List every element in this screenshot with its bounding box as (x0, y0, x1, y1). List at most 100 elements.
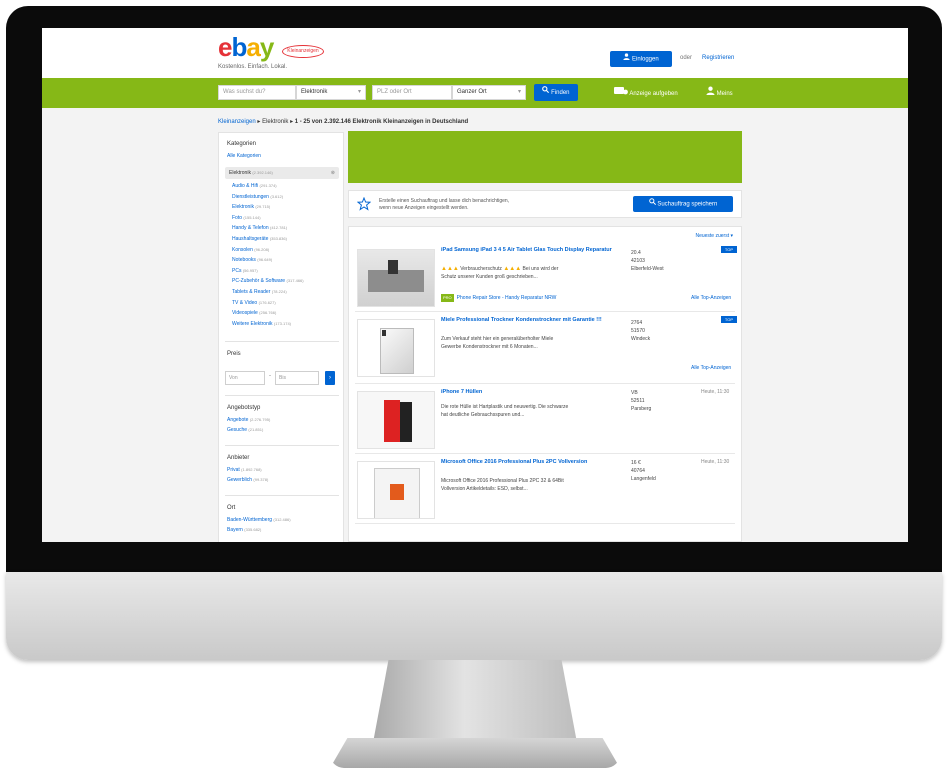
search-input[interactable]: Was suchst du? (218, 85, 296, 100)
all-top-ads-link[interactable]: Alle Top-Anzeigen (691, 365, 731, 371)
price-submit-button[interactable]: › (325, 371, 335, 385)
sidebar-category-item[interactable]: PC-Zubehör & Software (317.466) (232, 278, 304, 284)
logo-badge: Kleinanzeigen (282, 45, 324, 58)
location-item[interactable]: Bayern (335.682) (227, 527, 261, 533)
breadcrumb: Kleinanzeigen ▸ Elektronik ▸ 1 - 25 von … (218, 119, 469, 125)
monitor-chin (6, 572, 942, 660)
sidebar-category-item[interactable]: TV & Video (176.627) (232, 300, 276, 306)
user-icon (706, 86, 715, 101)
list-item[interactable]: iPad Samsung iPad 3 4 5 Air Tablet Glas … (355, 245, 737, 312)
sidebar-category-item-count: (96.208) (254, 246, 270, 252)
post-ad-button[interactable]: Anzeige aufgeben (614, 86, 678, 100)
location-item[interactable]: Baden-Württemberg (312.486) (227, 517, 291, 523)
sidebar-category-item-label: Haushaltsgeräte (232, 236, 269, 242)
sidebar-category-item-count: (317.466) (286, 278, 304, 284)
listing-image[interactable] (357, 249, 435, 307)
price-separator: - (269, 373, 271, 379)
sidebar-category-item[interactable]: Weitere Elektronik (173.174) (232, 321, 291, 327)
sidebar-category-item[interactable]: Konsolen (96.208) (232, 247, 269, 253)
save-search-line2: wenn neue Anzeigen eingestellt werden. (379, 205, 469, 211)
listing-description: ▲▲▲ Verbraucherschutz ▲▲▲ Bei uns wird d… (441, 265, 627, 281)
sidebar-category-item[interactable]: PCs (56.957) (232, 268, 258, 274)
office-logo-shape (390, 484, 404, 500)
location-item-label: Bayern (227, 527, 243, 533)
ad-banner[interactable] (348, 131, 742, 183)
all-top-ads-link[interactable]: Alle Top-Anzeigen (691, 295, 731, 301)
listing-description: Zum Verkauf steht hier ein generalüberho… (441, 335, 627, 351)
sidebar-category-item[interactable]: Dienstleistungen (3.612) (232, 194, 283, 200)
listing-loc-1: 16 € (631, 460, 641, 466)
sidebar-category-item-label: Weitere Elektronik (232, 320, 273, 327)
sidebar-category-item[interactable]: Videospiele (256.766) (232, 310, 276, 316)
sidebar-category-item-label: Handy & Telefon (232, 225, 269, 232)
location-input[interactable]: PLZ oder Ort (372, 85, 452, 100)
sidebar-category-item[interactable]: Handy & Telefon (412.781) (232, 225, 287, 231)
offer-type-item-label: Angebote (227, 417, 249, 423)
location-item-count: (312.486) (273, 517, 291, 522)
sidebar-category-item[interactable]: Foto (155.144) (232, 215, 261, 221)
ad-icon (614, 86, 628, 101)
sidebar-category-item-count: (96.649) (257, 257, 273, 263)
offer-type-item-count: (2.276.795) (249, 417, 271, 422)
save-search-text: Erstelle einen Suchauftrag und lasse dic… (379, 198, 509, 212)
tagline: Kostenlos. Einfach. Lokal. (218, 64, 288, 70)
login-button[interactable]: Einloggen (610, 51, 672, 67)
sidebar-category-item-count: (155.144) (243, 214, 261, 220)
list-item[interactable]: Microsoft Office 2016 Professional Plus … (355, 457, 735, 524)
listing-title[interactable]: iPhone 7 Hüllen (441, 389, 627, 396)
provider-item[interactable]: Gewerblich (99.378) (227, 477, 268, 483)
offer-type-item[interactable]: Angebote (2.276.795) (227, 417, 270, 423)
ebay-logo[interactable]: ebay (218, 34, 274, 60)
listing-title[interactable]: Miele Professional Trockner Kondenstrock… (441, 317, 627, 324)
save-search-line1: Erstelle einen Suchauftrag und lasse dic… (379, 198, 510, 204)
listing-image[interactable] (357, 391, 435, 449)
sidebar-category-item-count: (176.627) (258, 299, 276, 305)
sort-select[interactable]: Neueste zuerst ▾ (695, 233, 733, 239)
list-item[interactable]: Miele Professional Trockner Kondenstrock… (355, 315, 737, 384)
category-select[interactable]: Elektronik (296, 85, 366, 100)
price-to-input[interactable]: Bis (275, 371, 319, 385)
register-link[interactable]: Registrieren (702, 55, 734, 61)
my-account-label: Meins (716, 91, 733, 98)
sidebar-category-item[interactable]: Tablets & Reader (78.224) (232, 289, 287, 295)
offer-type-item[interactable]: Gesuche (21.851) (227, 427, 263, 433)
login-label: Einloggen (631, 56, 659, 63)
breadcrumb-root[interactable]: Kleinanzeigen (218, 119, 256, 125)
sidebar-category-item-count: (78.224) (271, 289, 287, 294)
listing-image[interactable] (357, 319, 435, 377)
listing-desc-1: Verbraucherschutz (460, 266, 502, 272)
listing-location: 16 € 40764 Langenfeld (631, 459, 656, 483)
listing-location: 2764 51570 Windeck (631, 319, 650, 343)
listing-desc-2: hat deutliche Gebrauchsspuren und... (441, 412, 525, 418)
selected-category-count: (2.392.146) (252, 170, 273, 175)
all-categories-link[interactable]: Alle Kategorien (227, 153, 261, 159)
sidebar-category-item-count: (353.836) (269, 236, 287, 241)
save-search-button[interactable]: Suchauftrag speichern (633, 196, 733, 212)
store-link[interactable]: PRO Phone Repair Store - Handy Reparatur … (441, 294, 627, 302)
search-button[interactable]: Finden (534, 84, 578, 101)
sidebar-category-item[interactable]: Audio & Hifi (291.374) (232, 183, 277, 189)
radius-select[interactable]: Ganzer Ort (452, 85, 526, 100)
listing-image[interactable] (357, 461, 435, 519)
sidebar-category-item-count: (173.174) (273, 320, 291, 326)
search-button-label: Finden (551, 90, 570, 97)
price-from-input[interactable]: Von (225, 371, 265, 385)
selected-category-label: Elektronik (229, 170, 251, 176)
sidebar-category-item[interactable]: Notebooks (96.649) (232, 257, 272, 263)
provider-item[interactable]: Privat (1.892.768) (227, 467, 262, 473)
listing-title[interactable]: Microsoft Office 2016 Professional Plus … (441, 459, 627, 466)
breadcrumb-current: Elektronik (262, 119, 289, 125)
listing-title[interactable]: iPad Samsung iPad 3 4 5 Air Tablet Glas … (441, 247, 627, 254)
listing-loc-3: Parsberg (631, 406, 652, 412)
sidebar-category-item[interactable]: Haushaltsgeräte (353.836) (232, 236, 287, 242)
my-account-button[interactable]: Meins (706, 86, 733, 100)
search-icon (542, 84, 550, 101)
offer-type-item-count: (21.851) (248, 427, 264, 432)
sidebar-category-item-count: (291.374) (259, 183, 277, 188)
divider (225, 341, 339, 342)
sidebar-category-item[interactable]: Elektronik (29.715) (232, 204, 270, 210)
listing-date: Heute, 11:30 (701, 389, 730, 395)
clear-icon[interactable]: ⊗ (331, 167, 335, 179)
selected-category[interactable]: Elektronik (2.392.146) ⊗ (225, 167, 339, 179)
list-item[interactable]: iPhone 7 Hüllen Die rote Hülle ist Hartp… (355, 387, 735, 454)
